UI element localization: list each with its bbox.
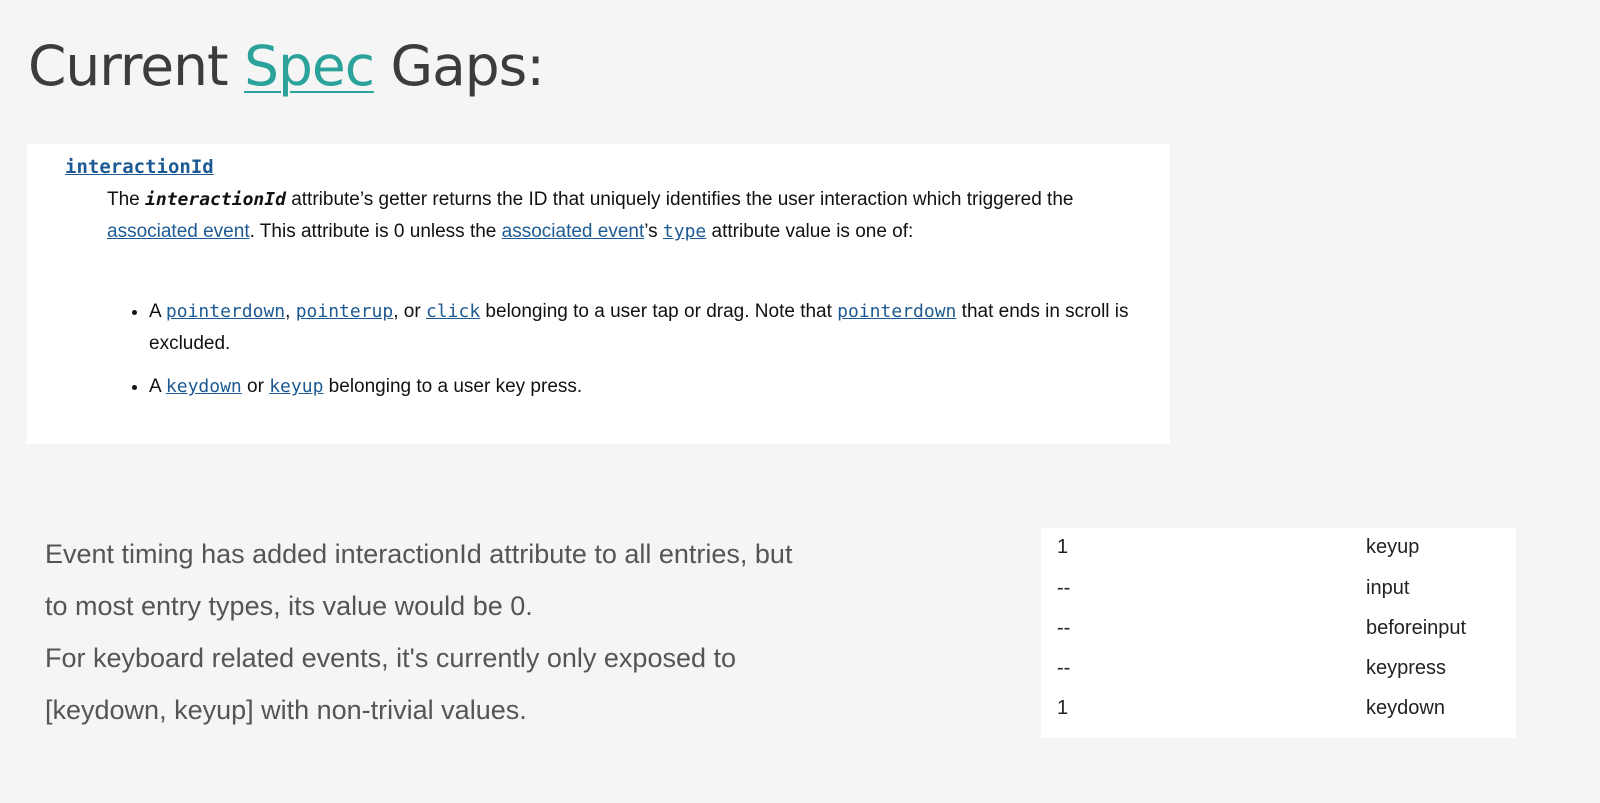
- keyup-code: keyup: [269, 376, 324, 397]
- title-after: Gaps:: [373, 34, 544, 98]
- event-type-cell: beforeinput: [1366, 617, 1467, 639]
- def-code-term: interactionId: [145, 189, 286, 210]
- interaction-id-cell: --: [1057, 577, 1071, 599]
- pointerdown-link[interactable]: pointerdown: [166, 301, 285, 322]
- pointerup-code: pointerup: [295, 301, 394, 322]
- pointerup-link[interactable]: pointerup: [296, 301, 394, 322]
- keydown-link[interactable]: keydown: [166, 376, 242, 397]
- spec-title-link[interactable]: Spec: [244, 34, 375, 98]
- def-text: attribute’s getter returns the ID that u…: [285, 189, 1074, 210]
- pointerdown-code: pointerdown: [165, 301, 286, 322]
- table-row: 1 keydown: [1041, 689, 1516, 729]
- spec-excerpt: interactionId The interactionId attribut…: [27, 144, 1170, 444]
- definition-paragraph: The interactionId attribute’s getter ret…: [107, 184, 1147, 248]
- bullet-text: , or: [393, 301, 426, 322]
- def-text: The: [107, 189, 146, 210]
- def-text: attribute value is one of:: [706, 221, 914, 242]
- interaction-id-cell: 1: [1057, 536, 1069, 558]
- table-row: -- beforeinput: [1041, 609, 1516, 649]
- list-item-pointer: A pointerdown, pointerup, or click belon…: [149, 296, 1169, 360]
- def-text: . This attribute is 0 unless the: [249, 221, 502, 242]
- bullet-text: A: [149, 376, 166, 397]
- table-row: -- input: [1041, 569, 1516, 609]
- body-line: Event timing has added interactionId att…: [45, 539, 793, 569]
- bullet-text: or: [241, 376, 270, 397]
- keyup-link[interactable]: keyup: [269, 376, 323, 397]
- def-text: ’s: [644, 221, 663, 242]
- table-row: 1 keyup: [1041, 528, 1516, 568]
- pointerdown-code: pointerdown: [837, 301, 957, 322]
- event-type-cell: keyup: [1366, 536, 1420, 558]
- list-item-key: A keydown or keyup belonging to a user k…: [149, 371, 1169, 403]
- spec-term-link[interactable]: interactionId: [65, 156, 214, 178]
- title-before: Current: [28, 34, 245, 98]
- event-type-cell: keypress: [1366, 657, 1447, 679]
- bullet-text: belonging to a user key press.: [323, 376, 583, 397]
- type-code: type: [662, 221, 707, 242]
- body-line: to most entry types, its value would be …: [45, 591, 533, 621]
- type-link[interactable]: type: [663, 221, 706, 242]
- interaction-id-cell: --: [1057, 617, 1071, 639]
- associated-event-link[interactable]: associated event: [107, 221, 250, 242]
- event-type-list: A pointerdown, pointerup, or click belon…: [127, 296, 1169, 414]
- event-type-cell: keydown: [1366, 697, 1445, 719]
- bullet-text: ,: [285, 301, 296, 322]
- body-line: [keydown, keyup] with non-trivial values…: [45, 695, 527, 725]
- keydown-code: keydown: [165, 376, 242, 397]
- pointerdown-link[interactable]: pointerdown: [837, 301, 956, 322]
- associated-event-link[interactable]: associated event: [502, 221, 645, 242]
- bullet-text: A: [149, 301, 166, 322]
- spec-definition: The interactionId attribute’s getter ret…: [107, 184, 1147, 248]
- click-code: click: [425, 301, 481, 322]
- slide-body-text: Event timing has added interactionId att…: [45, 528, 945, 736]
- interaction-id-cell: 1: [1057, 697, 1069, 719]
- event-type-cell: input: [1366, 577, 1410, 599]
- body-line: For keyboard related events, it's curren…: [45, 643, 737, 673]
- event-entries-table: 1 keyup -- input -- beforeinput -- keypr…: [1041, 528, 1516, 738]
- table-row: -- keypress: [1041, 649, 1516, 689]
- click-link[interactable]: click: [426, 301, 480, 322]
- slide-title: Current Spec Gaps:: [28, 34, 545, 98]
- interaction-id-cell: --: [1057, 657, 1071, 679]
- bullet-text: belonging to a user tap or drag. Note th…: [480, 301, 838, 322]
